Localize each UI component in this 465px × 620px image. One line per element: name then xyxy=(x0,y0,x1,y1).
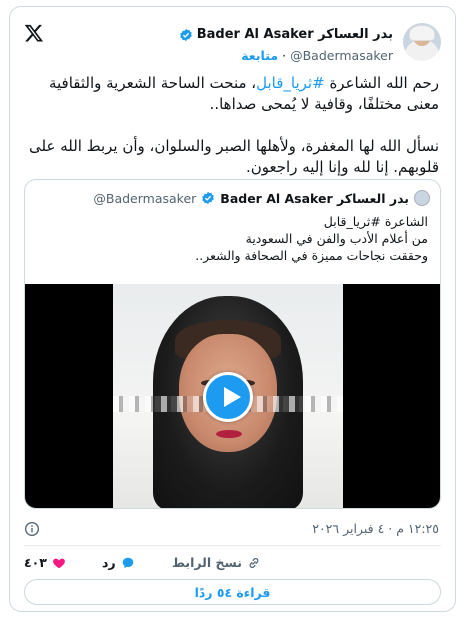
copy-link-label: نسخ الرابط xyxy=(172,555,242,570)
tweet-header: بدر العساكر Bader Al Asaker @Badermasake… xyxy=(24,17,441,65)
play-button-icon[interactable] xyxy=(203,372,253,422)
author-handle[interactable]: @Badermasaker xyxy=(290,48,393,63)
reply-label: رد xyxy=(102,555,116,570)
follow-button[interactable]: متابعة xyxy=(241,48,278,63)
quoted-author-handle: @Badermasaker xyxy=(93,190,197,206)
author-display-name[interactable]: بدر العساكر Bader Al Asaker xyxy=(197,27,393,42)
tweet-text-paragraph2: نسأل الله لها المغفرة، ولأهلها الصبر وال… xyxy=(29,137,439,176)
video-player[interactable] xyxy=(25,284,440,508)
quoted-author-name: بدر العساكر Bader Al Asaker xyxy=(220,190,409,206)
tweet-text: رحم الله الشاعرة #ثريا_قابل، منحت الساحة… xyxy=(24,73,439,178)
link-icon xyxy=(249,557,259,568)
copy-link-button[interactable]: نسخ الرابط xyxy=(172,555,261,570)
like-button[interactable]: ٤٠٣ xyxy=(24,555,66,570)
reply-bubble-icon xyxy=(122,557,133,568)
tweet-meta: ١٢:٢٥ م · ٤ فبراير ٢٠٢٦ xyxy=(24,521,439,539)
portrait-lips xyxy=(216,430,242,438)
divider xyxy=(24,545,441,546)
verified-badge-icon xyxy=(179,28,192,41)
quoted-tweet[interactable]: بدر العساكر Bader Al Asaker @Badermasake… xyxy=(24,179,441,509)
reply-button[interactable]: رد xyxy=(102,555,135,570)
quoted-author-avatar xyxy=(414,190,430,206)
author-avatar[interactable] xyxy=(403,23,441,61)
x-logo-icon[interactable] xyxy=(24,23,44,43)
like-count: ٤٠٣ xyxy=(24,555,47,570)
separator-dot: · xyxy=(282,48,287,63)
info-icon[interactable] xyxy=(24,521,40,537)
tweet-card: بدر العساكر Bader Al Asaker @Badermasake… xyxy=(9,6,456,612)
author-sub-line: @Badermasaker · متابعة xyxy=(241,48,393,63)
quoted-tweet-text: الشاعرة #ثريا_قابل من أعلام الأدب والفن … xyxy=(195,214,428,263)
read-replies-button[interactable]: قراءة ٥٤ ردًا xyxy=(24,579,441,605)
heart-icon xyxy=(53,558,65,568)
quoted-tweet-header: بدر العساكر Bader Al Asaker @Badermasake… xyxy=(93,190,430,206)
tweet-timestamp[interactable]: ١٢:٢٥ م · ٤ فبراير ٢٠٢٦ xyxy=(312,521,439,536)
author-name-line[interactable]: بدر العساكر Bader Al Asaker xyxy=(179,27,393,42)
hashtag-link[interactable]: #ثريا_قابل xyxy=(256,74,325,92)
tweet-text-part1: رحم الله الشاعرة xyxy=(324,74,439,92)
quoted-verified-badge-icon xyxy=(202,191,215,205)
tweet-actions: ٤٠٣ رد نسخ الرابط xyxy=(24,555,439,573)
